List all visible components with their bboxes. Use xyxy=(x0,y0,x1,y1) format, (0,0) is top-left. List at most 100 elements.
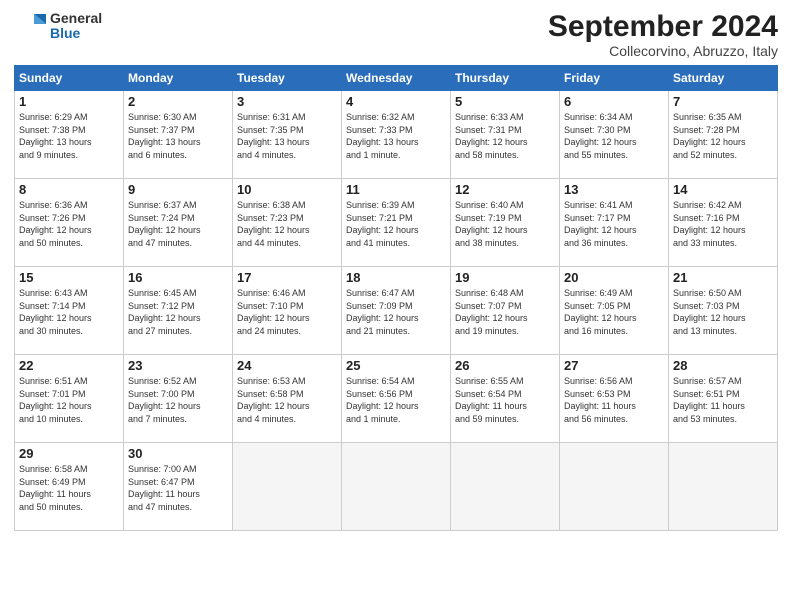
col-monday: Monday xyxy=(124,66,233,91)
table-row: 22 Sunrise: 6:51 AM Sunset: 7:01 PM Dayl… xyxy=(15,355,124,443)
day-number: 20 xyxy=(564,270,664,285)
calendar-week-row: 1 Sunrise: 6:29 AM Sunset: 7:38 PM Dayli… xyxy=(15,91,778,179)
day-info: Sunrise: 6:33 AM Sunset: 7:31 PM Dayligh… xyxy=(455,111,555,161)
day-info: Sunrise: 6:42 AM Sunset: 7:16 PM Dayligh… xyxy=(673,199,773,249)
day-number: 24 xyxy=(237,358,337,373)
calendar-container: General Blue September 2024 Collecorvino… xyxy=(0,0,792,541)
table-row xyxy=(560,443,669,531)
day-number: 6 xyxy=(564,94,664,109)
table-row: 10 Sunrise: 6:38 AM Sunset: 7:23 PM Dayl… xyxy=(233,179,342,267)
calendar-week-row: 22 Sunrise: 6:51 AM Sunset: 7:01 PM Dayl… xyxy=(15,355,778,443)
day-info: Sunrise: 6:58 AM Sunset: 6:49 PM Dayligh… xyxy=(19,463,119,513)
day-info: Sunrise: 6:46 AM Sunset: 7:10 PM Dayligh… xyxy=(237,287,337,337)
day-number: 17 xyxy=(237,270,337,285)
table-row: 21 Sunrise: 6:50 AM Sunset: 7:03 PM Dayl… xyxy=(669,267,778,355)
day-info: Sunrise: 6:38 AM Sunset: 7:23 PM Dayligh… xyxy=(237,199,337,249)
calendar-table: Sunday Monday Tuesday Wednesday Thursday… xyxy=(14,65,778,531)
day-info: Sunrise: 6:40 AM Sunset: 7:19 PM Dayligh… xyxy=(455,199,555,249)
day-number: 11 xyxy=(346,182,446,197)
table-row: 7 Sunrise: 6:35 AM Sunset: 7:28 PM Dayli… xyxy=(669,91,778,179)
col-sunday: Sunday xyxy=(15,66,124,91)
table-row: 27 Sunrise: 6:56 AM Sunset: 6:53 PM Dayl… xyxy=(560,355,669,443)
day-info: Sunrise: 6:48 AM Sunset: 7:07 PM Dayligh… xyxy=(455,287,555,337)
day-info: Sunrise: 6:50 AM Sunset: 7:03 PM Dayligh… xyxy=(673,287,773,337)
day-number: 15 xyxy=(19,270,119,285)
day-info: Sunrise: 6:57 AM Sunset: 6:51 PM Dayligh… xyxy=(673,375,773,425)
day-number: 8 xyxy=(19,182,119,197)
day-number: 5 xyxy=(455,94,555,109)
day-number: 10 xyxy=(237,182,337,197)
day-info: Sunrise: 6:31 AM Sunset: 7:35 PM Dayligh… xyxy=(237,111,337,161)
table-row: 16 Sunrise: 6:45 AM Sunset: 7:12 PM Dayl… xyxy=(124,267,233,355)
table-row: 15 Sunrise: 6:43 AM Sunset: 7:14 PM Dayl… xyxy=(15,267,124,355)
day-info: Sunrise: 6:54 AM Sunset: 6:56 PM Dayligh… xyxy=(346,375,446,425)
logo-general: General xyxy=(50,11,102,26)
day-number: 9 xyxy=(128,182,228,197)
table-row: 23 Sunrise: 6:52 AM Sunset: 7:00 PM Dayl… xyxy=(124,355,233,443)
table-row: 6 Sunrise: 6:34 AM Sunset: 7:30 PM Dayli… xyxy=(560,91,669,179)
day-info: Sunrise: 6:37 AM Sunset: 7:24 PM Dayligh… xyxy=(128,199,228,249)
day-number: 22 xyxy=(19,358,119,373)
logo-svg xyxy=(14,10,46,42)
day-number: 3 xyxy=(237,94,337,109)
day-info: Sunrise: 6:35 AM Sunset: 7:28 PM Dayligh… xyxy=(673,111,773,161)
table-row xyxy=(669,443,778,531)
col-thursday: Thursday xyxy=(451,66,560,91)
month-title: September 2024 xyxy=(548,10,778,43)
day-number: 26 xyxy=(455,358,555,373)
calendar-header-row: Sunday Monday Tuesday Wednesday Thursday… xyxy=(15,66,778,91)
day-info: Sunrise: 6:53 AM Sunset: 6:58 PM Dayligh… xyxy=(237,375,337,425)
day-number: 28 xyxy=(673,358,773,373)
day-info: Sunrise: 6:36 AM Sunset: 7:26 PM Dayligh… xyxy=(19,199,119,249)
table-row: 14 Sunrise: 6:42 AM Sunset: 7:16 PM Dayl… xyxy=(669,179,778,267)
table-row: 19 Sunrise: 6:48 AM Sunset: 7:07 PM Dayl… xyxy=(451,267,560,355)
col-saturday: Saturday xyxy=(669,66,778,91)
day-number: 29 xyxy=(19,446,119,461)
table-row: 30 Sunrise: 7:00 AM Sunset: 6:47 PM Dayl… xyxy=(124,443,233,531)
day-info: Sunrise: 6:49 AM Sunset: 7:05 PM Dayligh… xyxy=(564,287,664,337)
day-info: Sunrise: 6:34 AM Sunset: 7:30 PM Dayligh… xyxy=(564,111,664,161)
calendar-week-row: 15 Sunrise: 6:43 AM Sunset: 7:14 PM Dayl… xyxy=(15,267,778,355)
day-number: 30 xyxy=(128,446,228,461)
day-number: 7 xyxy=(673,94,773,109)
col-tuesday: Tuesday xyxy=(233,66,342,91)
day-number: 13 xyxy=(564,182,664,197)
day-info: Sunrise: 6:51 AM Sunset: 7:01 PM Dayligh… xyxy=(19,375,119,425)
table-row xyxy=(451,443,560,531)
table-row: 17 Sunrise: 6:46 AM Sunset: 7:10 PM Dayl… xyxy=(233,267,342,355)
day-number: 4 xyxy=(346,94,446,109)
table-row: 26 Sunrise: 6:55 AM Sunset: 6:54 PM Dayl… xyxy=(451,355,560,443)
table-row: 4 Sunrise: 6:32 AM Sunset: 7:33 PM Dayli… xyxy=(342,91,451,179)
day-number: 27 xyxy=(564,358,664,373)
table-row: 3 Sunrise: 6:31 AM Sunset: 7:35 PM Dayli… xyxy=(233,91,342,179)
table-row: 8 Sunrise: 6:36 AM Sunset: 7:26 PM Dayli… xyxy=(15,179,124,267)
day-info: Sunrise: 6:39 AM Sunset: 7:21 PM Dayligh… xyxy=(346,199,446,249)
table-row: 25 Sunrise: 6:54 AM Sunset: 6:56 PM Dayl… xyxy=(342,355,451,443)
table-row: 5 Sunrise: 6:33 AM Sunset: 7:31 PM Dayli… xyxy=(451,91,560,179)
day-info: Sunrise: 6:52 AM Sunset: 7:00 PM Dayligh… xyxy=(128,375,228,425)
day-number: 2 xyxy=(128,94,228,109)
table-row: 13 Sunrise: 6:41 AM Sunset: 7:17 PM Dayl… xyxy=(560,179,669,267)
table-row: 2 Sunrise: 6:30 AM Sunset: 7:37 PM Dayli… xyxy=(124,91,233,179)
day-info: Sunrise: 6:41 AM Sunset: 7:17 PM Dayligh… xyxy=(564,199,664,249)
day-number: 1 xyxy=(19,94,119,109)
table-row: 29 Sunrise: 6:58 AM Sunset: 6:49 PM Dayl… xyxy=(15,443,124,531)
col-wednesday: Wednesday xyxy=(342,66,451,91)
day-info: Sunrise: 6:56 AM Sunset: 6:53 PM Dayligh… xyxy=(564,375,664,425)
day-info: Sunrise: 6:32 AM Sunset: 7:33 PM Dayligh… xyxy=(346,111,446,161)
table-row: 11 Sunrise: 6:39 AM Sunset: 7:21 PM Dayl… xyxy=(342,179,451,267)
table-row: 28 Sunrise: 6:57 AM Sunset: 6:51 PM Dayl… xyxy=(669,355,778,443)
day-number: 16 xyxy=(128,270,228,285)
day-info: Sunrise: 6:43 AM Sunset: 7:14 PM Dayligh… xyxy=(19,287,119,337)
table-row xyxy=(233,443,342,531)
day-number: 18 xyxy=(346,270,446,285)
table-row: 9 Sunrise: 6:37 AM Sunset: 7:24 PM Dayli… xyxy=(124,179,233,267)
day-info: Sunrise: 6:29 AM Sunset: 7:38 PM Dayligh… xyxy=(19,111,119,161)
logo: General Blue xyxy=(14,10,102,42)
day-info: Sunrise: 6:30 AM Sunset: 7:37 PM Dayligh… xyxy=(128,111,228,161)
calendar-week-row: 8 Sunrise: 6:36 AM Sunset: 7:26 PM Dayli… xyxy=(15,179,778,267)
day-number: 14 xyxy=(673,182,773,197)
header: General Blue September 2024 Collecorvino… xyxy=(14,10,778,59)
day-number: 12 xyxy=(455,182,555,197)
day-info: Sunrise: 6:47 AM Sunset: 7:09 PM Dayligh… xyxy=(346,287,446,337)
